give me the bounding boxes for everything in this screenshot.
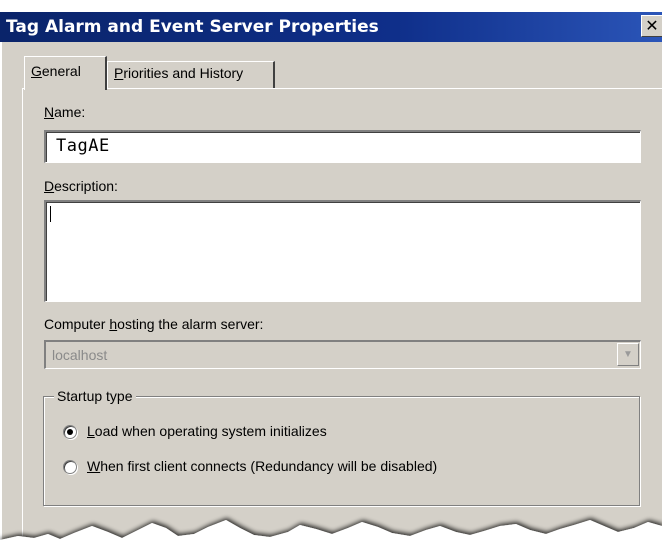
name-input-value: TagAE	[56, 136, 110, 156]
torn-edge-decoration	[0, 520, 662, 548]
radio-2-accel: W	[87, 458, 101, 474]
radio-load-on-os-init[interactable]	[63, 425, 77, 439]
properties-dialog: Tag Alarm and Event Server Properties ✕ …	[0, 0, 662, 548]
tab-general-accel: G	[31, 63, 42, 79]
tab-priorities-accel: P	[114, 65, 124, 81]
description-input[interactable]	[44, 200, 641, 302]
radio-first-client-connects-label[interactable]: When first client connects (Redundancy w…	[87, 458, 437, 474]
tab-general[interactable]: General	[24, 56, 107, 90]
radio-load-on-os-init-label[interactable]: Load when operating system initializes	[87, 423, 327, 439]
name-input[interactable]: TagAE	[44, 130, 641, 163]
radio-1-text: oad when operating system initializes	[94, 423, 327, 439]
window-title: Tag Alarm and Event Server Properties	[6, 17, 379, 37]
startup-type-legend: Startup type	[54, 388, 136, 404]
startup-type-group	[43, 396, 640, 506]
computer-hosting-value: localhost	[52, 347, 108, 363]
title-bar[interactable]: Tag Alarm and Event Server Properties	[0, 12, 662, 42]
description-label-accel: D	[44, 178, 55, 194]
tab-priorities-and-history[interactable]: Priorities and History	[107, 61, 275, 88]
computer-hosting-select[interactable]: localhost ▼	[44, 340, 641, 369]
text-caret	[50, 206, 51, 222]
computer-label-pre: Computer	[44, 316, 110, 332]
description-label-text: escription:	[54, 178, 118, 194]
tab-general-label: eneral	[41, 63, 81, 79]
chevron-down-icon: ▼	[623, 349, 633, 360]
description-label: Description:	[44, 178, 118, 194]
radio-first-client-connects[interactable]	[63, 460, 77, 474]
combo-dropdown-button[interactable]: ▼	[617, 343, 639, 366]
radio-1-accel: L	[87, 423, 95, 439]
name-label-accel: N	[44, 104, 55, 120]
name-label-text: ame:	[54, 104, 86, 120]
close-icon: ✕	[645, 16, 659, 35]
computer-hosting-label: Computer hosting the alarm server:	[44, 316, 263, 332]
close-button[interactable]: ✕	[641, 15, 662, 37]
tab-priorities-label: riorities and History	[123, 65, 244, 81]
radio-selected-dot	[67, 429, 73, 435]
computer-label-accel: h	[109, 316, 118, 332]
radio-2-text: hen first client connects (Redundancy wi…	[100, 458, 438, 474]
name-label: Name:	[44, 104, 85, 120]
computer-label-rest: osting the alarm server:	[117, 316, 264, 332]
